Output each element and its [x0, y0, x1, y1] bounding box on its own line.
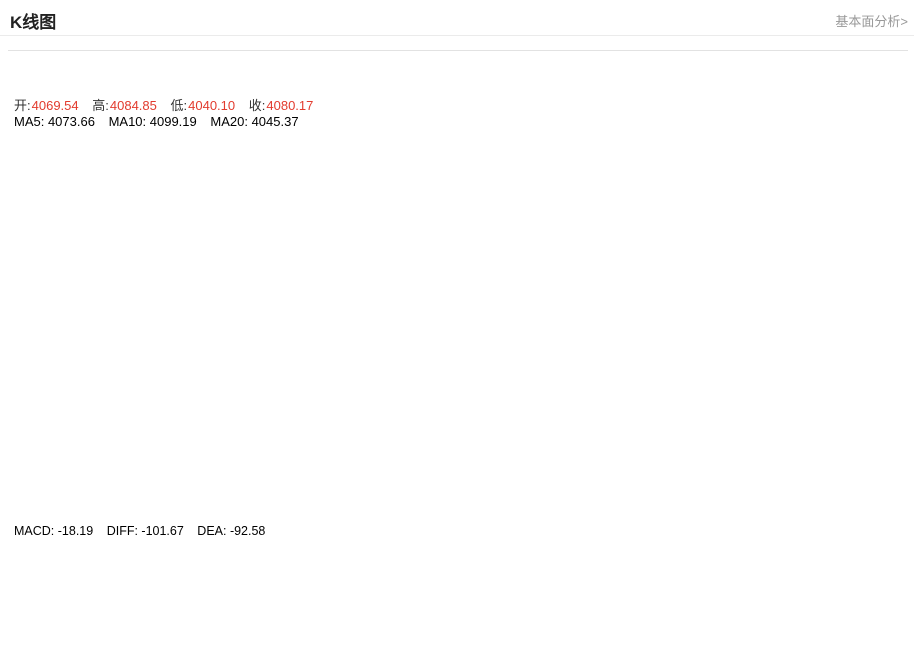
ma10-legend: MA10: 4099.19: [109, 114, 197, 129]
ma5-legend: MA5: 4073.66: [14, 114, 95, 129]
open-label: 开:: [14, 98, 31, 113]
low-value: 4040.10: [188, 98, 235, 113]
macd-legend: MACD: -18.19 DIFF: -101.67 DEA: -92.58: [14, 524, 275, 538]
low-label: 低:: [171, 98, 188, 113]
diff-value-legend: DIFF: -101.67: [107, 524, 184, 538]
macd-value-legend: MACD: -18.19: [14, 524, 93, 538]
open-value: 4069.54: [32, 98, 79, 113]
high-value: 4084.85: [110, 98, 157, 113]
ma20-legend: MA20: 4045.37: [210, 114, 298, 129]
dea-value-legend: DEA: -92.58: [197, 524, 265, 538]
ma-legend: MA5: 4073.66 MA10: 4099.19 MA20: 4045.37: [14, 114, 309, 129]
close-value: 4080.17: [266, 98, 313, 113]
kline-widget: K线图 基本面分析> 开:4069.54 高:4084.85 低:4040.10…: [0, 0, 914, 651]
close-label: 收:: [249, 98, 266, 113]
ohlc-legend: 开:4069.54 高:4084.85 低:4040.10 收:4080.17: [14, 95, 323, 114]
high-label: 高:: [92, 98, 109, 113]
